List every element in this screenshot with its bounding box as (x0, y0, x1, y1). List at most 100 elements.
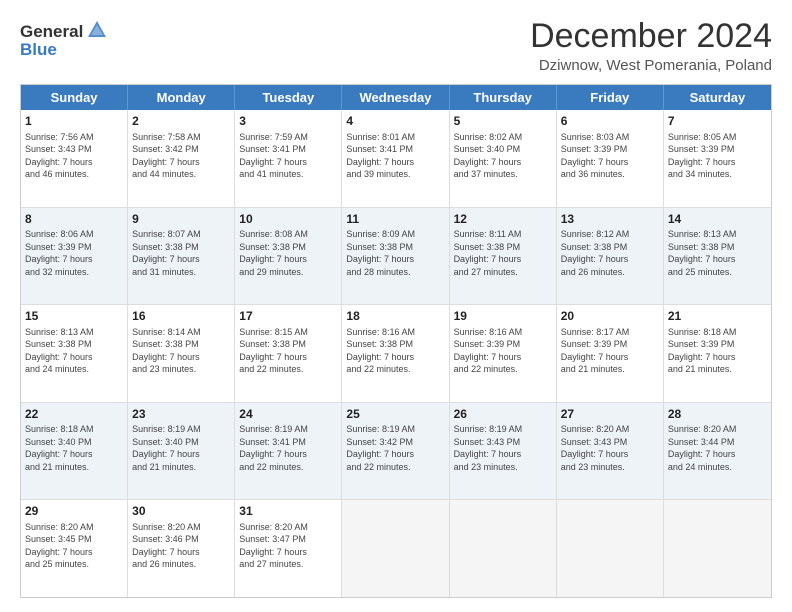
cal-cell: 15 Sunrise: 8:13 AM Sunset: 3:38 PM Dayli… (21, 305, 128, 402)
cal-week-1: 1 Sunrise: 7:56 AM Sunset: 3:43 PM Daylig… (21, 110, 771, 208)
day-number: 20 (561, 308, 659, 324)
cal-week-5: 29 Sunrise: 8:20 AM Sunset: 3:45 PM Dayli… (21, 500, 771, 597)
sun-info: Sunrise: 8:05 AM Sunset: 3:39 PM Dayligh… (668, 131, 767, 181)
day-number: 22 (25, 406, 123, 422)
cal-cell: 5 Sunrise: 8:02 AM Sunset: 3:40 PM Daylig… (450, 110, 557, 207)
day-number: 19 (454, 308, 552, 324)
cal-cell: 16Sunrise: 8:14 AM Sunset: 3:38 PM Dayli… (128, 305, 235, 402)
logo-icon (86, 19, 108, 41)
cal-cell: 21 Sunrise: 8:18 AM Sunset: 3:39 PM Dayli… (664, 305, 771, 402)
day-number: 26 (454, 406, 552, 422)
day-sunday: Sunday (21, 85, 128, 110)
day-saturday: Saturday (664, 85, 771, 110)
cal-cell: 19 Sunrise: 8:16 AM Sunset: 3:39 PM Dayli… (450, 305, 557, 402)
day-number: 5 (454, 113, 552, 129)
cal-cell: 23Sunrise: 8:19 AM Sunset: 3:40 PM Dayli… (128, 403, 235, 500)
sun-info: Sunrise: 8:20 AM Sunset: 3:47 PM Dayligh… (239, 521, 337, 571)
sun-info: Sunrise: 8:18 AM Sunset: 3:39 PM Dayligh… (668, 326, 767, 376)
sun-info: Sunrise: 8:19 AM Sunset: 3:42 PM Dayligh… (346, 423, 444, 473)
cal-cell: 11Sunrise: 8:09 AM Sunset: 3:38 PM Dayli… (342, 208, 449, 305)
sun-info: Sunrise: 8:13 AM Sunset: 3:38 PM Dayligh… (668, 228, 767, 278)
day-number: 28 (668, 406, 767, 422)
sun-info: Sunrise: 8:02 AM Sunset: 3:40 PM Dayligh… (454, 131, 552, 181)
sun-info: Sunrise: 8:19 AM Sunset: 3:40 PM Dayligh… (132, 423, 230, 473)
cal-cell: 17Sunrise: 8:15 AM Sunset: 3:38 PM Dayli… (235, 305, 342, 402)
day-number: 15 (25, 308, 123, 324)
sun-info: Sunrise: 8:12 AM Sunset: 3:38 PM Dayligh… (561, 228, 659, 278)
cal-cell: 9Sunrise: 8:07 AM Sunset: 3:38 PM Daylig… (128, 208, 235, 305)
cal-week-4: 22Sunrise: 8:18 AM Sunset: 3:40 PM Dayli… (21, 403, 771, 501)
sun-info: Sunrise: 8:01 AM Sunset: 3:41 PM Dayligh… (346, 131, 444, 181)
sun-info: Sunrise: 8:07 AM Sunset: 3:38 PM Dayligh… (132, 228, 230, 278)
cal-cell (664, 500, 771, 597)
sun-info: Sunrise: 8:19 AM Sunset: 3:43 PM Dayligh… (454, 423, 552, 473)
sun-info: Sunrise: 7:56 AM Sunset: 3:43 PM Dayligh… (25, 131, 123, 181)
day-number: 3 (239, 113, 337, 129)
cal-cell: 24Sunrise: 8:19 AM Sunset: 3:41 PM Dayli… (235, 403, 342, 500)
cal-week-3: 15 Sunrise: 8:13 AM Sunset: 3:38 PM Dayli… (21, 305, 771, 403)
cal-cell: 1 Sunrise: 7:56 AM Sunset: 3:43 PM Daylig… (21, 110, 128, 207)
calendar-body: 1 Sunrise: 7:56 AM Sunset: 3:43 PM Daylig… (21, 110, 771, 597)
day-number: 29 (25, 503, 123, 519)
day-number: 7 (668, 113, 767, 129)
cal-cell: 30 Sunrise: 8:20 AM Sunset: 3:46 PM Dayli… (128, 500, 235, 597)
header: General Blue December 2024 Dziwnow, West… (20, 18, 772, 74)
day-tuesday: Tuesday (235, 85, 342, 110)
cal-cell (342, 500, 449, 597)
day-number: 25 (346, 406, 444, 422)
sun-info: Sunrise: 8:20 AM Sunset: 3:46 PM Dayligh… (132, 521, 230, 571)
day-number: 27 (561, 406, 659, 422)
cal-cell: 2Sunrise: 7:58 AM Sunset: 3:42 PM Daylig… (128, 110, 235, 207)
cal-cell: 29 Sunrise: 8:20 AM Sunset: 3:45 PM Dayli… (21, 500, 128, 597)
cal-cell: 14Sunrise: 8:13 AM Sunset: 3:38 PM Dayli… (664, 208, 771, 305)
day-number: 13 (561, 211, 659, 227)
sun-info: Sunrise: 7:59 AM Sunset: 3:41 PM Dayligh… (239, 131, 337, 181)
sun-info: Sunrise: 8:17 AM Sunset: 3:39 PM Dayligh… (561, 326, 659, 376)
sun-info: Sunrise: 8:20 AM Sunset: 3:43 PM Dayligh… (561, 423, 659, 473)
cal-cell: 6Sunrise: 8:03 AM Sunset: 3:39 PM Daylig… (557, 110, 664, 207)
page: General Blue December 2024 Dziwnow, West… (0, 0, 792, 612)
cal-cell: 13Sunrise: 8:12 AM Sunset: 3:38 PM Dayli… (557, 208, 664, 305)
cal-cell: 26Sunrise: 8:19 AM Sunset: 3:43 PM Dayli… (450, 403, 557, 500)
cal-cell: 25Sunrise: 8:19 AM Sunset: 3:42 PM Dayli… (342, 403, 449, 500)
calendar-header: Sunday Monday Tuesday Wednesday Thursday… (21, 85, 771, 110)
day-number: 12 (454, 211, 552, 227)
day-number: 10 (239, 211, 337, 227)
day-monday: Monday (128, 85, 235, 110)
cal-cell: 22Sunrise: 8:18 AM Sunset: 3:40 PM Dayli… (21, 403, 128, 500)
cal-cell: 18Sunrise: 8:16 AM Sunset: 3:38 PM Dayli… (342, 305, 449, 402)
day-number: 31 (239, 503, 337, 519)
sun-info: Sunrise: 8:08 AM Sunset: 3:38 PM Dayligh… (239, 228, 337, 278)
day-number: 17 (239, 308, 337, 324)
cal-cell: 28Sunrise: 8:20 AM Sunset: 3:44 PM Dayli… (664, 403, 771, 500)
cal-cell: 7 Sunrise: 8:05 AM Sunset: 3:39 PM Daylig… (664, 110, 771, 207)
cal-cell: 31 Sunrise: 8:20 AM Sunset: 3:47 PM Dayli… (235, 500, 342, 597)
logo-text: General (20, 22, 83, 42)
day-number: 6 (561, 113, 659, 129)
sun-info: Sunrise: 8:18 AM Sunset: 3:40 PM Dayligh… (25, 423, 123, 473)
cal-cell: 4Sunrise: 8:01 AM Sunset: 3:41 PM Daylig… (342, 110, 449, 207)
day-number: 8 (25, 211, 123, 227)
main-title: December 2024 (530, 18, 772, 55)
day-number: 30 (132, 503, 230, 519)
sun-info: Sunrise: 8:19 AM Sunset: 3:41 PM Dayligh… (239, 423, 337, 473)
day-number: 23 (132, 406, 230, 422)
day-friday: Friday (557, 85, 664, 110)
cal-cell: 10Sunrise: 8:08 AM Sunset: 3:38 PM Dayli… (235, 208, 342, 305)
sun-info: Sunrise: 8:16 AM Sunset: 3:39 PM Dayligh… (454, 326, 552, 376)
cal-cell (557, 500, 664, 597)
day-number: 16 (132, 308, 230, 324)
sun-info: Sunrise: 8:20 AM Sunset: 3:44 PM Dayligh… (668, 423, 767, 473)
cal-cell (450, 500, 557, 597)
day-number: 21 (668, 308, 767, 324)
sun-info: Sunrise: 8:16 AM Sunset: 3:38 PM Dayligh… (346, 326, 444, 376)
cal-week-2: 8Sunrise: 8:06 AM Sunset: 3:39 PM Daylig… (21, 208, 771, 306)
sun-info: Sunrise: 8:13 AM Sunset: 3:38 PM Dayligh… (25, 326, 123, 376)
sun-info: Sunrise: 8:11 AM Sunset: 3:38 PM Dayligh… (454, 228, 552, 278)
cal-cell: 8Sunrise: 8:06 AM Sunset: 3:39 PM Daylig… (21, 208, 128, 305)
day-number: 14 (668, 211, 767, 227)
calendar: Sunday Monday Tuesday Wednesday Thursday… (20, 84, 772, 598)
cal-cell: 3 Sunrise: 7:59 AM Sunset: 3:41 PM Daylig… (235, 110, 342, 207)
day-number: 1 (25, 113, 123, 129)
sun-info: Sunrise: 8:20 AM Sunset: 3:45 PM Dayligh… (25, 521, 123, 571)
